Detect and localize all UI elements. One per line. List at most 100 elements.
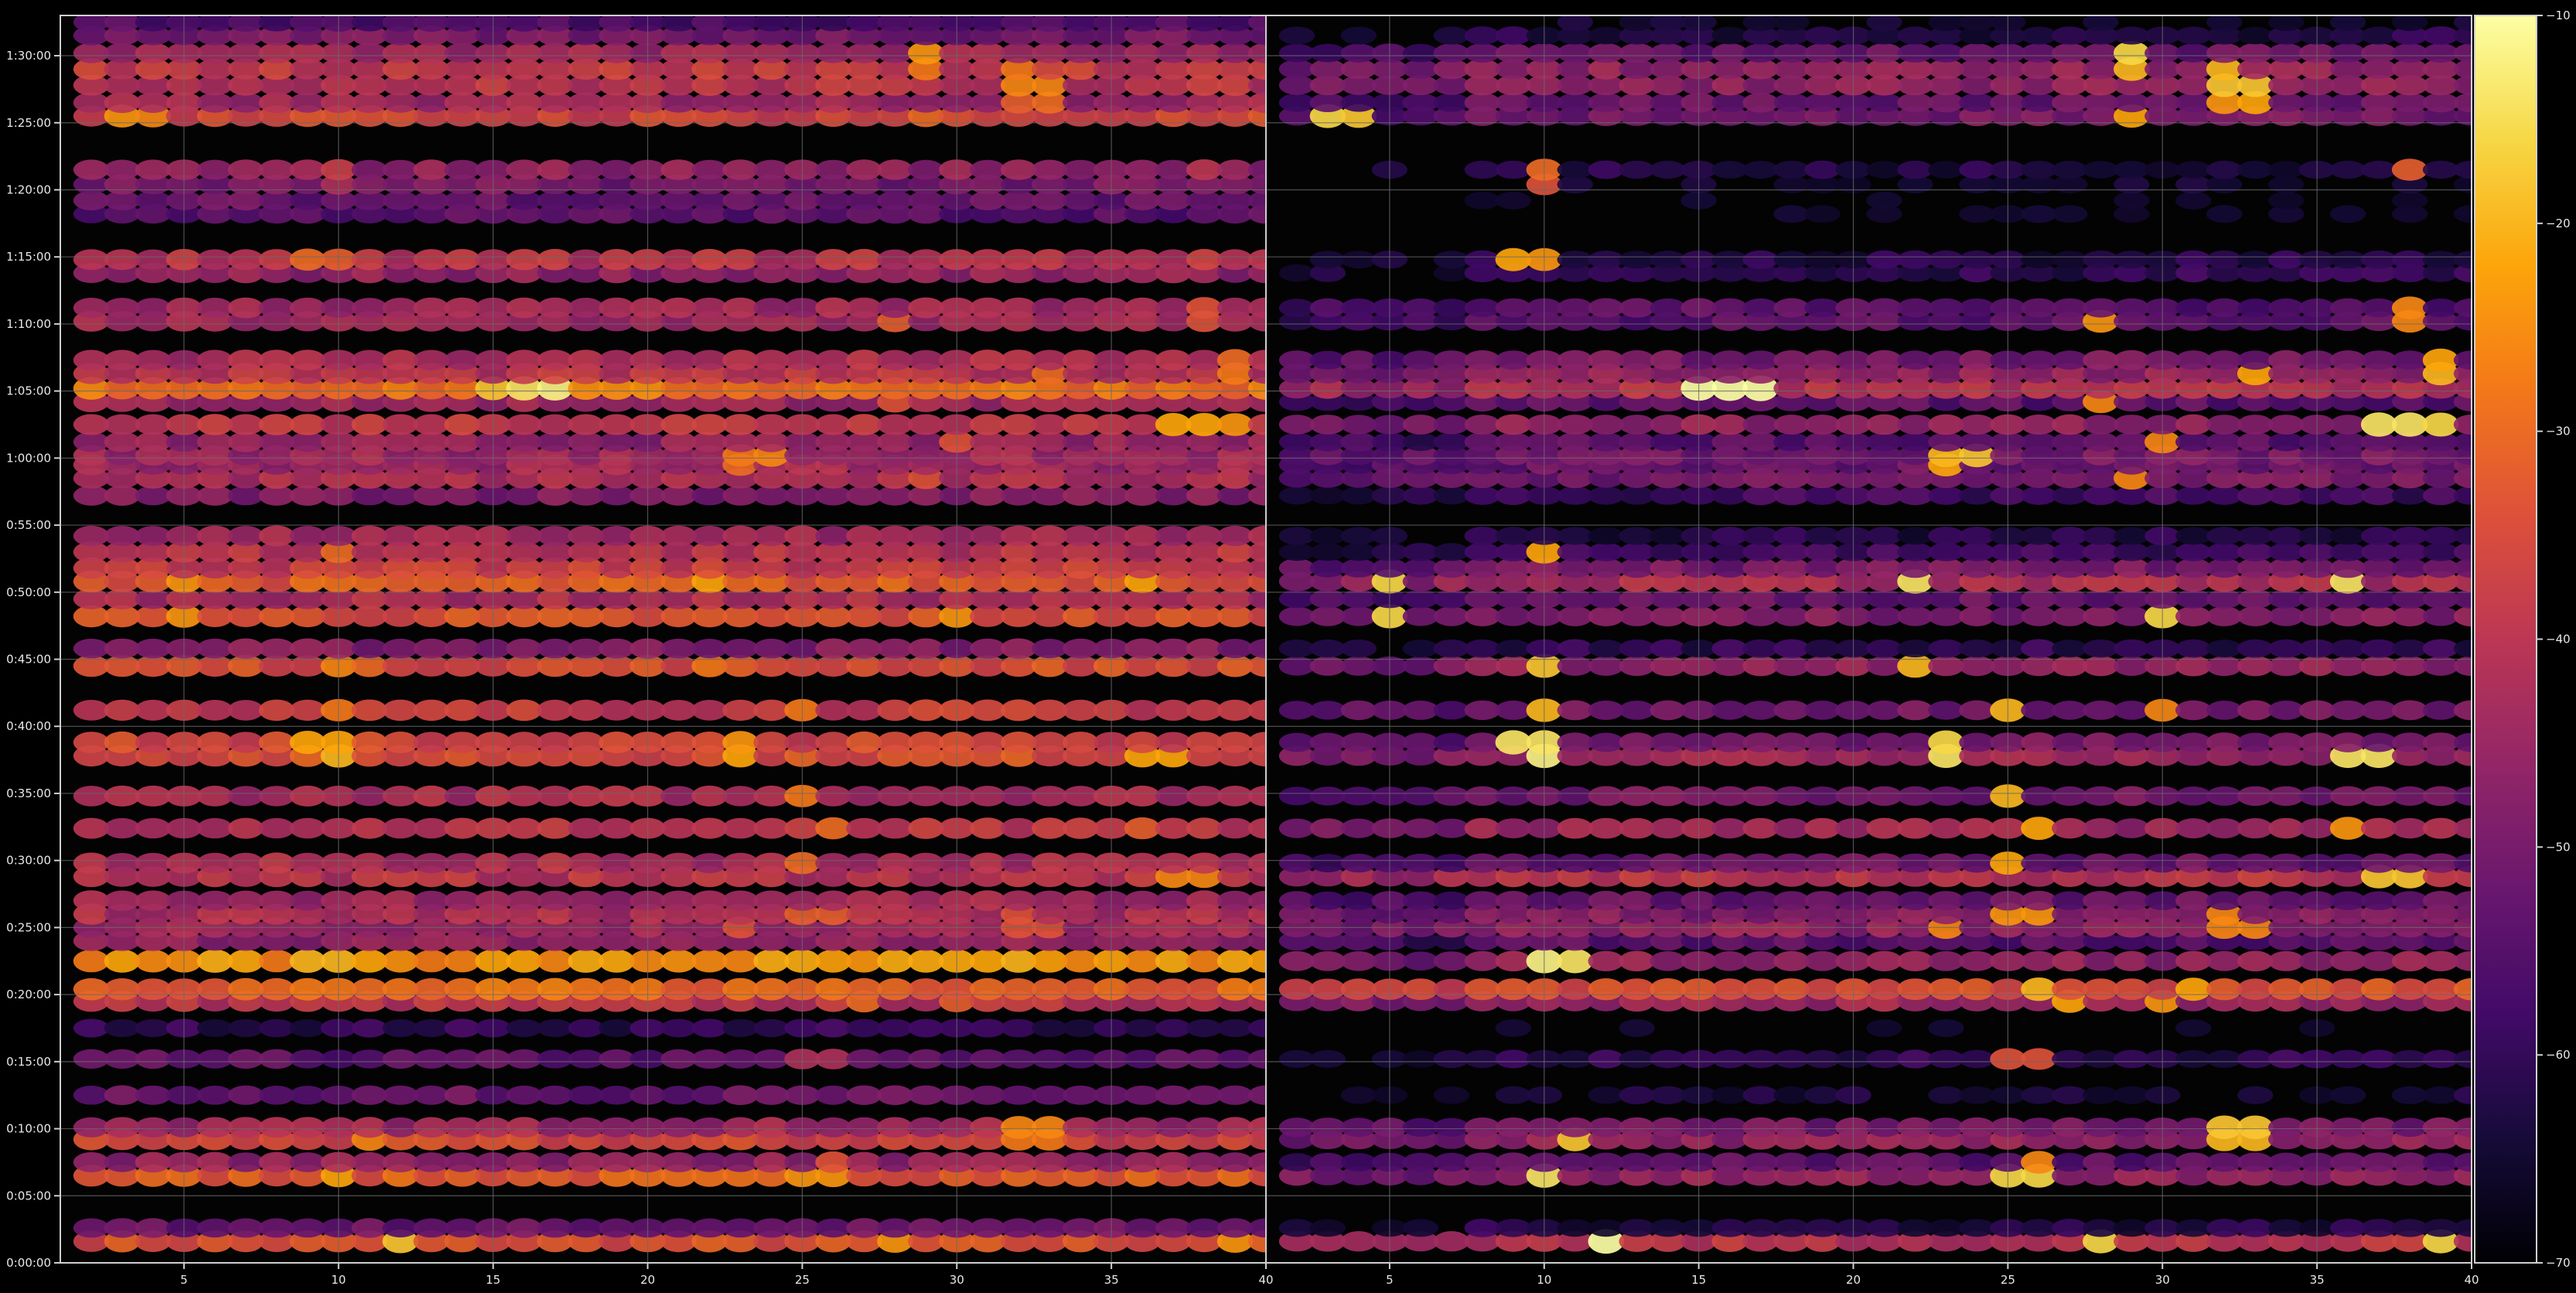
heat-cell xyxy=(258,1151,295,1173)
x-tick-label: 30 xyxy=(950,1273,964,1287)
heat-cell xyxy=(2237,527,2274,545)
heat-cell xyxy=(444,853,480,874)
heat-cell xyxy=(73,1049,110,1069)
heat-cell xyxy=(1063,655,1099,677)
heat-cell xyxy=(537,350,573,371)
heat-cell xyxy=(1340,26,1377,45)
heat-cell xyxy=(1155,1049,1192,1069)
heat-cell xyxy=(1773,1117,1810,1138)
heat-cell xyxy=(2114,639,2150,658)
heat-cell xyxy=(1866,853,1902,873)
heat-cell xyxy=(753,1218,790,1238)
heat-cell xyxy=(2360,977,2397,1001)
heat-cell xyxy=(1711,853,1748,873)
heat-cell xyxy=(196,890,234,911)
heat-cell xyxy=(877,1018,913,1038)
heat-cell xyxy=(2206,350,2243,370)
heat-cell xyxy=(227,486,264,506)
heat-cell xyxy=(1711,558,1748,578)
heat-cell xyxy=(2052,891,2088,910)
heat-cell xyxy=(135,1018,172,1038)
heat-cell xyxy=(1464,1117,1501,1138)
heat-cell xyxy=(2114,1117,2150,1138)
heat-cell xyxy=(2268,1117,2305,1138)
heat-cell xyxy=(1216,1152,1254,1172)
heat-cell xyxy=(1063,249,1099,271)
heat-cell xyxy=(1897,542,1933,561)
heat-cell xyxy=(2268,161,2305,179)
heat-cell xyxy=(104,699,141,722)
heat-cell xyxy=(1124,852,1161,874)
heat-cell xyxy=(1804,415,1841,435)
heat-cell xyxy=(2360,1219,2397,1237)
y-tick-label: 0:50:00 xyxy=(6,585,51,599)
heat-cell xyxy=(2329,700,2366,721)
heat-cell xyxy=(1557,43,1593,63)
heat-cell xyxy=(877,525,913,547)
heat-cell xyxy=(970,1085,1006,1105)
heat-cell xyxy=(1619,350,1655,370)
heat-cell xyxy=(413,1085,449,1105)
heat-cell xyxy=(753,486,790,506)
heat-cell xyxy=(289,785,326,807)
heat-cell xyxy=(1309,891,1346,910)
heat-cell xyxy=(1866,1152,1902,1172)
heat-cell xyxy=(753,655,790,677)
heat-cell xyxy=(1557,1117,1593,1138)
heat-cell xyxy=(970,1151,1006,1173)
heat-cell xyxy=(1897,160,1933,179)
heat-cell xyxy=(846,1218,882,1238)
heat-cell xyxy=(2114,891,2150,911)
heat-cell xyxy=(1216,639,1254,659)
heat-cell xyxy=(444,159,480,180)
heat-cell xyxy=(1742,1117,1779,1138)
heat-cell xyxy=(2329,43,2366,63)
heat-cell xyxy=(104,526,141,546)
heat-cell xyxy=(1959,160,1995,179)
heat-cell xyxy=(753,1049,790,1069)
heat-cell xyxy=(1433,1117,1470,1137)
heat-cell xyxy=(660,1151,697,1172)
heat-cell xyxy=(104,159,141,180)
heat-cell xyxy=(568,1117,604,1138)
heat-cell xyxy=(537,526,573,546)
heat-cell xyxy=(722,249,759,271)
heat-cell xyxy=(1433,951,1470,971)
heat-cell xyxy=(1216,1049,1254,1069)
heat-cell xyxy=(2021,890,2057,911)
heat-cell xyxy=(753,525,790,547)
heat-cell xyxy=(1650,160,1686,179)
heat-cell xyxy=(1804,950,1841,971)
heat-cell xyxy=(1032,414,1068,435)
heat-cell xyxy=(2422,701,2459,720)
heat-cell xyxy=(2052,786,2088,806)
heat-cell xyxy=(815,350,851,371)
heat-cell xyxy=(1124,890,1161,911)
heat-cell xyxy=(2052,1049,2088,1069)
heat-cell xyxy=(1309,527,1346,545)
heat-cell xyxy=(1402,818,1439,838)
heat-cell xyxy=(1650,43,1686,63)
heat-cell xyxy=(537,297,573,319)
heat-cell xyxy=(1711,951,1748,971)
heat-cell xyxy=(2175,732,2212,752)
colorbar-tick-label: −70 xyxy=(2546,1256,2571,1270)
heat-cell xyxy=(2052,527,2088,545)
heat-cell xyxy=(1402,298,1439,318)
heat-cell xyxy=(753,1085,790,1105)
heat-cell xyxy=(722,786,759,807)
heat-cell xyxy=(1340,558,1377,578)
heat-cell xyxy=(1402,1117,1439,1137)
heat-cell xyxy=(1866,527,1902,545)
heat-cell xyxy=(2360,786,2397,807)
heat-cell xyxy=(506,525,542,547)
heat-cell xyxy=(1402,1050,1439,1068)
heat-cell xyxy=(2021,350,2057,370)
heat-cell xyxy=(1186,525,1223,547)
heat-cell xyxy=(1804,1219,1841,1237)
heat-cell xyxy=(2175,853,2212,873)
heat-cell xyxy=(1711,161,1748,179)
heat-cell xyxy=(1124,1085,1161,1105)
heat-cell xyxy=(815,1117,851,1138)
heat-cell xyxy=(104,853,141,874)
